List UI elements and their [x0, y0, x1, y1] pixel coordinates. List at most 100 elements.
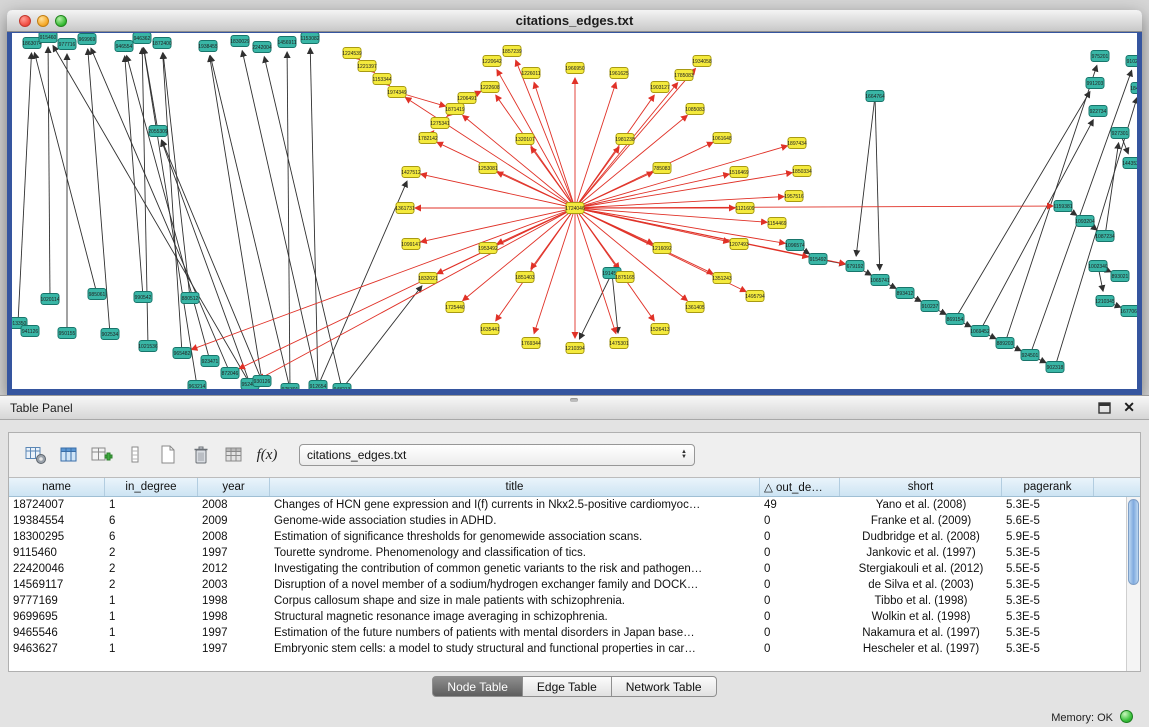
graph-node[interactable]: 1724046 [565, 203, 585, 214]
graph-node[interactable]: 1153082 [300, 33, 319, 44]
close-window-button[interactable] [19, 15, 31, 27]
graph-node[interactable]: 1351243 [712, 273, 732, 284]
graph-node[interactable]: 1206491 [457, 93, 477, 104]
graph-node[interactable]: 1210394 [565, 343, 585, 354]
graph-node[interactable]: 1159381 [1053, 201, 1072, 212]
graph-edge[interactable] [48, 47, 50, 299]
column-header-pagerank[interactable]: pagerank [1002, 478, 1094, 496]
graph-node[interactable]: 1361731 [395, 203, 415, 214]
graph-node[interactable]: 1216092 [652, 243, 672, 254]
graph-node[interactable]: 1897434 [787, 138, 807, 149]
table-row[interactable]: 1872400712008Changes of HCN gene express… [9, 497, 1126, 513]
vertical-scrollbar[interactable] [1126, 497, 1140, 671]
graph-node[interactable]: 1221397 [357, 61, 377, 72]
graph-edge[interactable] [575, 83, 616, 208]
tab-node-table[interactable]: Node Table [432, 676, 523, 697]
graph-node[interactable]: 2055309 [148, 126, 168, 137]
graph-edge[interactable] [210, 56, 290, 389]
graph-node[interactable]: 1664764 [865, 91, 885, 102]
graph-edge[interactable] [1005, 65, 1097, 343]
graph-node[interactable]: 872046 [221, 368, 239, 379]
table-row[interactable]: 946362711997Embryonic stem cells: a mode… [9, 641, 1126, 657]
graph-node[interactable]: 1961625 [609, 68, 629, 79]
zoom-window-button[interactable] [55, 15, 67, 27]
graph-node[interactable]: 1275341 [430, 118, 450, 129]
graph-node[interactable]: 985061 [88, 289, 106, 300]
graph-edge[interactable] [575, 115, 687, 208]
graph-node[interactable]: 785083 [653, 163, 671, 174]
graph-node[interactable]: 912654 [309, 381, 327, 390]
graph-node[interactable]: 948213 [333, 384, 351, 390]
scrollbar-thumb[interactable] [1128, 499, 1139, 585]
graph-edge[interactable] [35, 53, 97, 294]
graph-node[interactable]: 1099147 [401, 239, 421, 250]
graph-node[interactable]: 1495794 [745, 291, 765, 302]
graph-node[interactable]: 941126 [21, 326, 39, 337]
graph-node[interactable]: 1475301 [609, 338, 629, 349]
graph-node[interactable]: 1725440 [445, 302, 465, 313]
graph-node[interactable]: 1153344 [372, 74, 391, 85]
graph-node[interactable]: 1903127 [650, 82, 670, 93]
graph-node[interactable]: 1875165 [615, 272, 635, 283]
graph-edge[interactable] [421, 174, 575, 208]
graph-edge[interactable] [310, 48, 318, 386]
graph-edge[interactable] [1105, 143, 1119, 236]
graph-node[interactable]: 969969 [78, 34, 96, 45]
graph-node[interactable]: 1456911 [277, 37, 296, 48]
graph-node[interactable]: 1069452 [970, 326, 990, 337]
table-row[interactable]: 946554611997Estimation of the future num… [9, 625, 1126, 641]
graph-node[interactable]: 880512 [181, 293, 199, 304]
column-header-name[interactable]: name [9, 478, 105, 496]
graph-node[interactable]: 1841230 [1130, 83, 1137, 94]
delete-icon[interactable] [186, 441, 216, 469]
graph-node[interactable]: 1320107 [515, 134, 535, 145]
show-columns-icon[interactable] [54, 441, 84, 469]
graph-edge[interactable] [575, 146, 787, 208]
graph-edge[interactable] [575, 69, 695, 208]
column-header-out-de-[interactable]: △ out_de… [760, 478, 840, 496]
graph-node[interactable]: 1957516 [784, 191, 804, 202]
graph-node[interactable]: 1857239 [502, 46, 522, 57]
new-file-icon[interactable] [153, 441, 183, 469]
column-header-year[interactable]: year [198, 478, 270, 496]
graph-edge[interactable] [497, 70, 575, 208]
close-panel-icon[interactable]: ✕ [1123, 399, 1135, 416]
graph-node[interactable]: 889203 [996, 338, 1014, 349]
graph-node[interactable]: 902318 [1046, 362, 1064, 373]
graph-node[interactable]: 1830029 [230, 36, 250, 47]
graph-node[interactable]: 1871419 [445, 104, 465, 115]
column-header-short[interactable]: short [840, 478, 1002, 496]
window-titlebar[interactable]: citations_edges.txt [7, 10, 1142, 32]
graph-node[interactable]: 1154469 [767, 218, 786, 229]
table-row[interactable]: 1938455462009Genome-wide association stu… [9, 513, 1126, 529]
add-column-icon[interactable] [87, 441, 117, 469]
table-row[interactable]: 2242004622012Investigating the contribut… [9, 561, 1126, 577]
graph-node[interactable]: 902534 [101, 329, 119, 340]
graph-edge[interactable] [575, 173, 792, 208]
graph-node[interactable]: 1851403 [515, 272, 535, 283]
table-source-selector[interactable]: citations_edges.txt ▲▼ [299, 444, 695, 466]
graph-edge[interactable] [125, 56, 143, 297]
graph-node[interactable]: 1785083 [674, 70, 694, 81]
graph-node[interactable]: 1002340 [1088, 261, 1108, 272]
graph-node[interactable]: 1850334 [792, 166, 812, 177]
graph-node[interactable]: 1635441 [480, 324, 500, 335]
graph-node[interactable]: 1226011 [521, 68, 540, 79]
graph-node[interactable]: 1981238 [615, 134, 635, 145]
graph-node[interactable]: 950155 [58, 328, 76, 339]
graph-node[interactable]: 1966950 [565, 63, 585, 74]
gray-table-icon[interactable] [219, 441, 249, 469]
graph-edge[interactable] [497, 172, 575, 208]
graph-node[interactable]: 915492 [809, 254, 827, 265]
graph-node[interactable]: 1443523 [1122, 158, 1137, 169]
graph-node[interactable]: 1832021 [418, 273, 438, 284]
narrow-column-icon[interactable] [120, 441, 150, 469]
table-gear-icon[interactable] [21, 441, 51, 469]
graph-edge[interactable] [287, 52, 290, 389]
table-row[interactable]: 911546021997Tourette syndrome. Phenomeno… [9, 545, 1126, 561]
graph-node[interactable]: 1087234 [1095, 231, 1115, 242]
graph-node[interactable]: 1207493 [729, 239, 749, 250]
graph-node[interactable]: 923471 [201, 356, 219, 367]
graph-node[interactable]: 991203 [1086, 78, 1104, 89]
graph-edge[interactable] [463, 208, 575, 301]
